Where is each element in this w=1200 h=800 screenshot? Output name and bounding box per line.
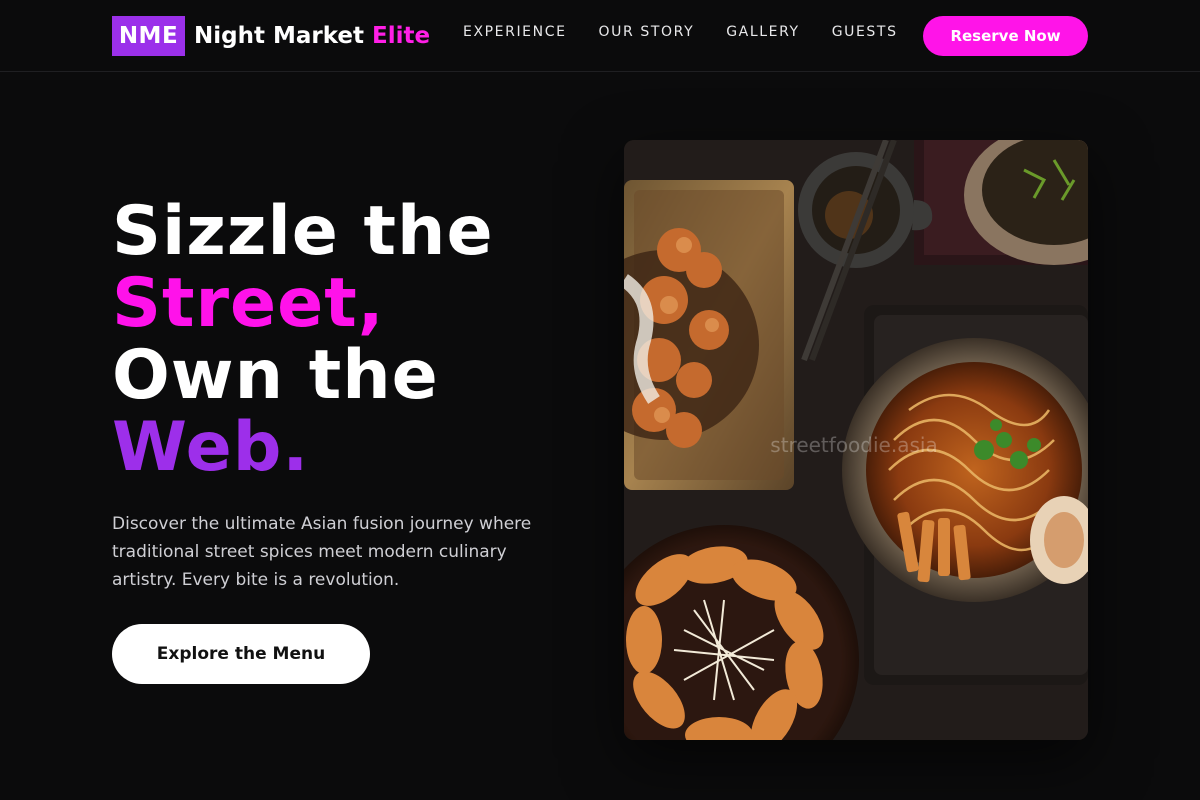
nav-link-our-story[interactable]: OUR STORY — [599, 24, 695, 40]
food-photo: streetfoodie.asia — [624, 140, 1088, 740]
hero-title-line-4: Web. — [112, 408, 310, 487]
top-navbar: NME Night Market Elite EXPERIENCE OUR ST… — [0, 0, 1200, 72]
brand-logo[interactable]: NME Night Market Elite — [112, 16, 430, 56]
hero-title-line-1: Sizzle the — [112, 192, 494, 271]
nav-link-gallery[interactable]: GALLERY — [726, 24, 799, 40]
image-watermark: streetfoodie.asia — [770, 433, 937, 457]
explore-menu-button[interactable]: Explore the Menu — [112, 624, 370, 684]
reserve-now-button[interactable]: Reserve Now — [923, 16, 1088, 56]
brand-name: Night Market Elite — [194, 23, 430, 49]
hero-title-line-3: Own the — [112, 336, 439, 415]
brand-name-accent: Elite — [372, 23, 431, 49]
hero-title: Sizzle the Street, Own the Web. — [112, 196, 494, 484]
nav-link-experience[interactable]: EXPERIENCE — [463, 24, 567, 40]
food-photo-illustration: streetfoodie.asia — [624, 140, 1088, 740]
hero-title-line-2: Street, — [112, 264, 385, 343]
nav-links: EXPERIENCE OUR STORY GALLERY GUESTS — [463, 24, 898, 40]
brand-badge: NME — [112, 16, 185, 56]
hero-description: Discover the ultimate Asian fusion journ… — [112, 514, 532, 590]
nav-link-guests[interactable]: GUESTS — [832, 24, 898, 40]
brand-name-main: Night Market — [194, 23, 364, 49]
